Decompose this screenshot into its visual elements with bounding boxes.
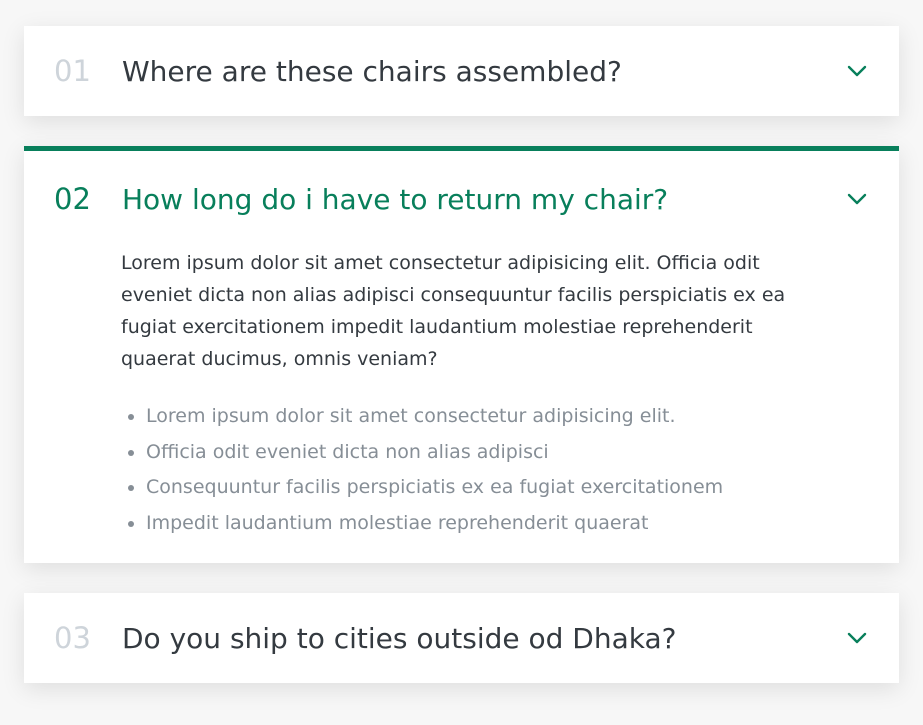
faq-question: How long do i have to return my chair? <box>122 182 669 216</box>
chevron-down-icon[interactable] <box>845 187 869 211</box>
faq-question: Where are these chairs assembled? <box>122 54 622 88</box>
faq-answer-panel: Lorem ipsum dolor sit amet consectetur a… <box>24 247 899 563</box>
chevron-down-icon[interactable] <box>845 626 869 650</box>
faq-accordion: 01 Where are these chairs assembled? 02 … <box>24 26 899 683</box>
faq-number: 01 <box>54 54 91 88</box>
faq-number: 02 <box>54 182 91 216</box>
faq-question: Do you ship to cities outside od Dhaka? <box>122 621 677 655</box>
faq-toggle-1[interactable]: 01 Where are these chairs assembled? <box>24 26 899 116</box>
list-item: Consequuntur facilis perspiciatis ex ea … <box>146 470 789 506</box>
faq-item-2: 02 How long do i have to return my chair… <box>24 146 899 563</box>
list-item: Impedit laudantium molestiae reprehender… <box>146 506 789 542</box>
list-item: Lorem ipsum dolor sit amet consectetur a… <box>146 399 789 435</box>
faq-item-3: 03 Do you ship to cities outside od Dhak… <box>24 593 899 683</box>
faq-toggle-2[interactable]: 02 How long do i have to return my chair… <box>24 151 899 247</box>
faq-item-1: 01 Where are these chairs assembled? <box>24 26 899 116</box>
faq-answer-text: Lorem ipsum dolor sit amet consectetur a… <box>121 252 786 370</box>
list-item: Officia odit eveniet dicta non alias adi… <box>146 435 789 471</box>
faq-answer-list: Lorem ipsum dolor sit amet consectetur a… <box>121 399 789 541</box>
faq-number: 03 <box>54 621 91 655</box>
chevron-down-icon[interactable] <box>845 59 869 83</box>
faq-toggle-3[interactable]: 03 Do you ship to cities outside od Dhak… <box>24 593 899 683</box>
